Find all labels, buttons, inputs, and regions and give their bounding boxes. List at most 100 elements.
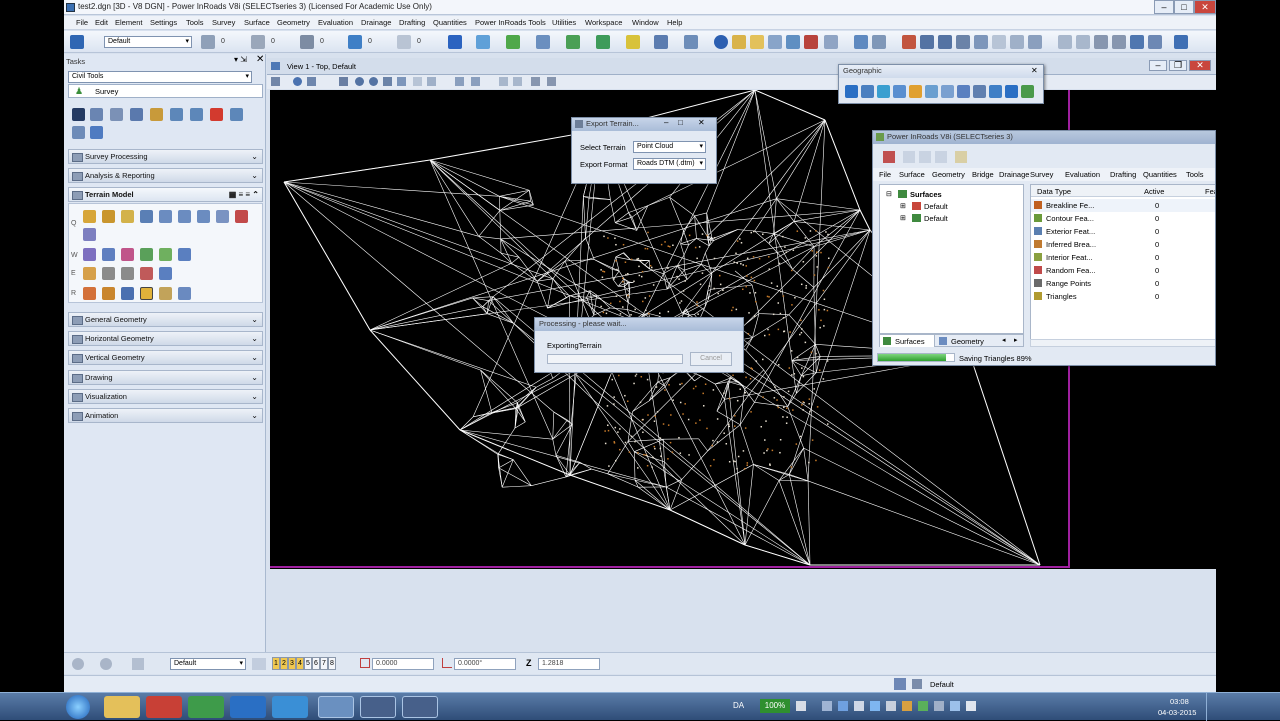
- survey-tool-3-icon[interactable]: [150, 108, 163, 121]
- view-window-icon[interactable]: [383, 77, 392, 86]
- menu-drafting[interactable]: Drafting: [399, 18, 425, 27]
- tab-scroll-left-icon[interactable]: ◂: [1002, 336, 1006, 344]
- fit-icon[interactable]: [974, 35, 988, 49]
- tree-expand-icon[interactable]: ⊞: [900, 214, 906, 222]
- tree-expand-icon[interactable]: ⊞: [900, 202, 906, 210]
- view-display-icon[interactable]: [293, 77, 302, 86]
- menu-window[interactable]: Window: [632, 18, 659, 27]
- geographic-tool-icon[interactable]: [893, 85, 906, 98]
- view-pan-icon[interactable]: [427, 77, 436, 86]
- level-combo[interactable]: Default: [104, 36, 192, 48]
- settings-icon[interactable]: [1174, 35, 1188, 49]
- language-indicator[interactable]: DA: [733, 701, 744, 710]
- table-row[interactable]: Triangles0: [1031, 290, 1216, 303]
- geographic-tool-icon[interactable]: [845, 85, 858, 98]
- fence-tool-icon[interactable]: [90, 108, 103, 121]
- geographic-tool-icon[interactable]: [941, 85, 954, 98]
- view-clip-icon[interactable]: [499, 77, 508, 86]
- copy-view-icon[interactable]: [1058, 35, 1072, 49]
- section-terrain-model[interactable]: Terrain Model▦ ≡ ≡ ⌃: [68, 187, 263, 202]
- terrain-tool-9-icon[interactable]: [235, 210, 248, 223]
- volume-icon[interactable]: [966, 701, 976, 711]
- references-icon[interactable]: [626, 35, 640, 49]
- tab-geometry[interactable]: Geometry: [936, 335, 996, 347]
- fit-view-icon[interactable]: [768, 35, 782, 49]
- geographic-tool-icon[interactable]: [957, 85, 970, 98]
- snap-icon[interactable]: [536, 35, 550, 49]
- tab-surfaces[interactable]: Surfaces: [880, 335, 935, 347]
- survey-tool-2-icon[interactable]: [130, 108, 143, 121]
- delete-icon[interactable]: [804, 35, 818, 49]
- terrain-tool-15-icon[interactable]: [159, 248, 172, 261]
- table-row[interactable]: Random Fea...0: [1031, 264, 1216, 277]
- inroads-menu-quantities[interactable]: Quantities: [1143, 170, 1177, 179]
- taskbar-outlook-icon[interactable]: [230, 696, 266, 718]
- geographic-tool-icon[interactable]: [973, 85, 986, 98]
- geographic-tool-icon[interactable]: [909, 85, 922, 98]
- survey-tool-6-icon[interactable]: [230, 108, 243, 121]
- terrain-tool-2-icon[interactable]: [102, 210, 115, 223]
- line-style-icon[interactable]: [251, 35, 265, 49]
- terrain-tool-22-icon[interactable]: [83, 287, 96, 300]
- view-fit-icon[interactable]: [397, 77, 406, 86]
- delete-tool-icon[interactable]: [210, 108, 223, 121]
- pan-icon[interactable]: [1010, 35, 1024, 49]
- table-row[interactable]: Contour Fea...0: [1031, 212, 1216, 225]
- x-field[interactable]: 0.0000: [372, 658, 434, 670]
- survey-tool-4-icon[interactable]: [170, 108, 183, 121]
- layers-icon[interactable]: [596, 35, 610, 49]
- inroads-menu-file[interactable]: File: [879, 170, 891, 179]
- tray-icon-3[interactable]: [838, 701, 848, 711]
- survey-tool-5-icon[interactable]: [190, 108, 203, 121]
- terrain-tool-7-icon[interactable]: [197, 210, 210, 223]
- table-row[interactable]: Inferred Brea...0: [1031, 238, 1216, 251]
- forward-icon[interactable]: [100, 658, 112, 670]
- show-desktop-button[interactable]: [1206, 693, 1216, 721]
- survey-tool-1-icon[interactable]: [110, 108, 123, 121]
- table-row[interactable]: Range Points0: [1031, 277, 1216, 290]
- start-button[interactable]: [66, 695, 90, 719]
- tray-icon-8[interactable]: [918, 701, 928, 711]
- transparency-icon[interactable]: [348, 35, 362, 49]
- network-icon[interactable]: [950, 701, 960, 711]
- z-field[interactable]: 1.2818: [538, 658, 600, 670]
- view-filter-icon[interactable]: [531, 77, 540, 86]
- survey-item[interactable]: ♟ Survey: [68, 84, 263, 98]
- tree-item[interactable]: Default: [924, 202, 948, 211]
- section-general-geometry[interactable]: General Geometry⌄: [68, 312, 263, 327]
- priority-icon[interactable]: [397, 35, 411, 49]
- export-minimize-button[interactable]: –: [664, 118, 668, 127]
- tab-scroll-right-icon[interactable]: ▸: [1014, 336, 1018, 344]
- table-row[interactable]: Breakline Fe...0: [1031, 199, 1216, 212]
- angle-field[interactable]: 0.0000°: [454, 658, 516, 670]
- accudraw-icon[interactable]: [654, 35, 668, 49]
- rotate-view-icon[interactable]: [992, 35, 1006, 49]
- close-tasks-icon[interactable]: ✕: [256, 54, 264, 65]
- terrain-tool-4-icon[interactable]: [140, 210, 153, 223]
- cancel-button[interactable]: Cancel: [690, 352, 732, 366]
- workflow-combo[interactable]: Civil Tools: [68, 71, 252, 83]
- inroads-tool-2-icon[interactable]: [903, 151, 915, 163]
- pin-icon[interactable]: ▾ ⇲: [234, 55, 247, 64]
- terrain-tool-17-icon[interactable]: [83, 267, 96, 280]
- inroads-menu-drafting[interactable]: Drafting: [1110, 170, 1136, 179]
- tray-icon-4[interactable]: [854, 701, 864, 711]
- list-scrollbar[interactable]: [1030, 339, 1216, 347]
- view-style-icon[interactable]: [307, 77, 316, 86]
- tree-root[interactable]: Surfaces: [910, 190, 942, 199]
- view-rotate-icon[interactable]: [413, 77, 422, 86]
- tray-icon-6[interactable]: [886, 701, 896, 711]
- terrain-tool-24-icon[interactable]: [121, 287, 134, 300]
- select-tool-icon[interactable]: [72, 108, 85, 121]
- taskbar-ie-icon[interactable]: [272, 696, 308, 718]
- image-icon[interactable]: [566, 35, 580, 49]
- view-number-button[interactable]: 7: [320, 657, 328, 670]
- inroads-menu-tools[interactable]: Tools: [1186, 170, 1204, 179]
- terrain-tool-6-icon[interactable]: [178, 210, 191, 223]
- view-close-button[interactable]: ✕: [1189, 60, 1211, 71]
- terrain-tool-26-icon[interactable]: [159, 287, 172, 300]
- inroads-menu-survey[interactable]: Survey: [1030, 170, 1053, 179]
- view-number-button[interactable]: 6: [312, 657, 320, 670]
- view-restore-button[interactable]: ❐: [1169, 60, 1187, 71]
- view-next-icon[interactable]: [471, 77, 480, 86]
